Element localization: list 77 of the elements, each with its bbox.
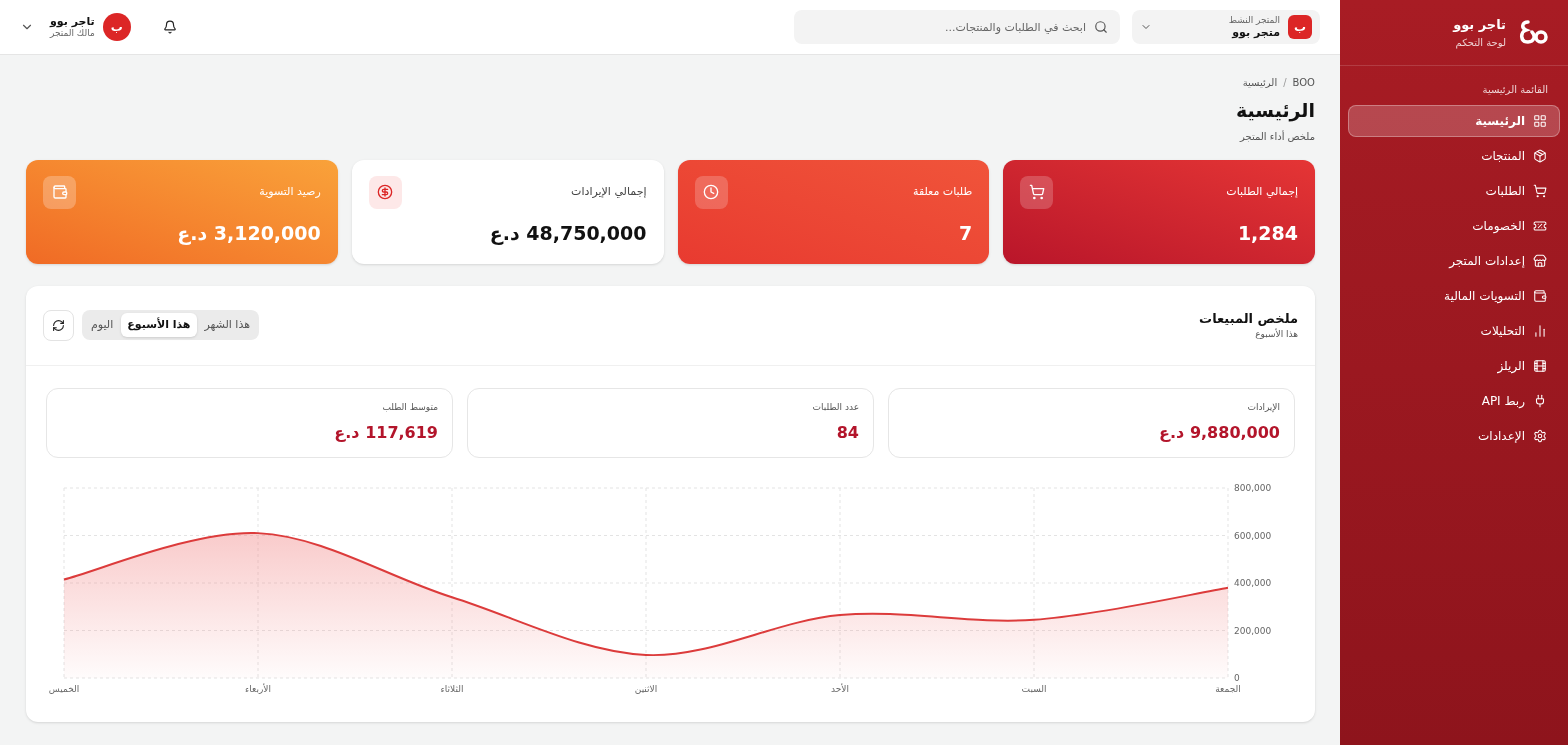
axis-label: السبت (1021, 683, 1047, 694)
store-icon (1533, 254, 1547, 268)
stat-label: إجمالي الإيرادات (571, 183, 647, 200)
nav-item[interactable]: الرئيسية (1348, 105, 1560, 137)
store-badge: ب (1288, 15, 1312, 39)
metric-value: 117,619 د.ع (333, 421, 438, 444)
nav-item[interactable]: الريلز (1348, 350, 1560, 382)
box-icon (1533, 149, 1547, 163)
clock-icon (694, 175, 728, 209)
period-tab[interactable]: هذا الشهر (198, 313, 256, 337)
period-tab[interactable]: هذا الأسبوع (121, 313, 197, 337)
page-title: الرئيسية (1235, 98, 1315, 124)
cart-icon (1533, 184, 1547, 198)
axis-label: 0 (1234, 672, 1240, 683)
nav-item[interactable]: إعدادات المتجر (1348, 245, 1560, 277)
user-role: مالك المتجر (50, 28, 95, 40)
axis-label: 200,000 (1234, 625, 1272, 635)
notification-bell-icon[interactable] (162, 20, 177, 34)
metric-label: متوسط الطلب (381, 400, 438, 414)
axis-label: 600,000 (1234, 530, 1272, 540)
section-heading: القائمة الرئيسية (1481, 83, 1549, 97)
section-subtitle: هذا الأسبوع (1254, 328, 1298, 341)
nav-item[interactable]: التسويات المالية (1348, 280, 1560, 312)
nav-item[interactable]: التحليلات (1348, 315, 1560, 347)
axis-label: الأحد (831, 683, 849, 694)
brand-subtitle: لوحة التحكم (1454, 36, 1506, 50)
metric-label: عدد الطلبات (811, 400, 859, 414)
breadcrumb-separator: / (1283, 76, 1287, 90)
user-menu[interactable]: ب تاجر بوو مالك المتجر (20, 13, 131, 41)
cart-icon (1020, 175, 1054, 209)
axis-label: 800,000 (1234, 482, 1272, 493)
stat-value: 48,750,000 د.ع (488, 221, 647, 247)
metric-value: 9,880,000 د.ع (1158, 421, 1280, 444)
stat-label: إجمالي الطلبات (1226, 183, 1298, 200)
metric-label: الإيرادات (1246, 400, 1280, 414)
grid-icon (1533, 114, 1547, 128)
period-tab[interactable]: اليوم (85, 313, 120, 337)
nav-item[interactable]: ربط API (1348, 385, 1560, 417)
nav-item[interactable]: الخصومات (1348, 210, 1560, 242)
stat-value: 3,120,000 د.ع (176, 221, 321, 247)
search-icon (1094, 20, 1108, 34)
refresh-button[interactable] (43, 309, 74, 341)
user-name: تاجر بوو (50, 14, 95, 29)
axis-label: الأربعاء (245, 683, 271, 694)
stat-label: طلبات معلقة (913, 183, 973, 200)
metric-value: 84 (835, 421, 859, 444)
dollar-icon (368, 175, 402, 209)
search-field[interactable]: ابحث في الطلبات والمنتجات... (794, 10, 1120, 44)
section-title: ملخص المبيعات (1199, 309, 1298, 328)
stat-label: رصيد التسوية (259, 183, 321, 200)
refresh-icon (52, 318, 65, 332)
settings-icon (1533, 429, 1547, 443)
axis-label: الخميس (48, 683, 80, 694)
store-name: متجر بوو (1230, 25, 1280, 40)
nav-item[interactable]: المنتجات (1348, 140, 1560, 172)
logo-icon (1518, 19, 1548, 46)
user-avatar: ب (102, 13, 131, 41)
wallet-icon (1533, 289, 1547, 303)
breadcrumb-item[interactable]: الرئيسية (1242, 75, 1278, 90)
bar-chart-icon (1533, 324, 1547, 338)
axis-label: الاثنين (634, 683, 658, 694)
film-icon (1533, 359, 1547, 373)
axis-label: الثلاثاء (440, 683, 464, 694)
store-selector[interactable]: ب المتجر النشط متجر بوو (1132, 10, 1320, 44)
stat-value: 1,284 (1236, 221, 1298, 246)
plug-icon (1533, 394, 1547, 408)
axis-label: 400,000 (1234, 577, 1272, 588)
nav-item[interactable]: الطلبات (1348, 175, 1560, 207)
nav-item[interactable]: الإعدادات (1348, 420, 1560, 452)
axis-label: الجمعة (1215, 683, 1241, 694)
breadcrumb-item[interactable]: BOO (1292, 75, 1315, 90)
wallet-icon (43, 175, 76, 209)
page-subtitle: ملخص أداء المتجر (1238, 129, 1315, 144)
store-caption: المتجر النشط (1227, 14, 1280, 26)
ticket-icon (1533, 219, 1547, 233)
brand-name: تاجر بوو (1453, 16, 1506, 34)
stat-value: 7 (958, 221, 973, 246)
